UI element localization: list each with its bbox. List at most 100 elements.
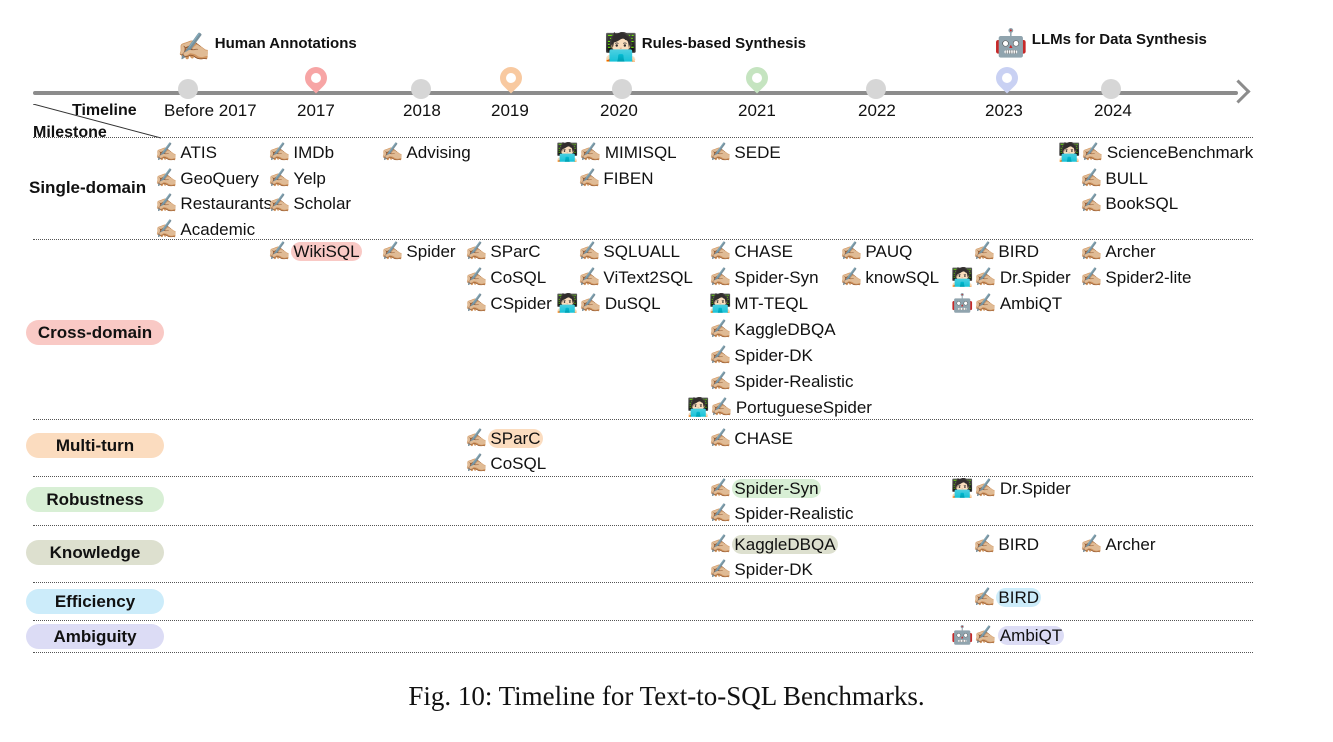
- legend-label: Rules-based Synthesis: [637, 35, 807, 52]
- benchmark-entry: ✍🏼 Yelp: [268, 168, 328, 189]
- category-label-robust: Robustness: [26, 487, 164, 512]
- benchmark-entry: ✍🏼 Spider-Realistic: [709, 503, 855, 524]
- benchmark-name: CoSQL: [490, 268, 547, 287]
- benchmark-entry: 🤖✍🏼 AmbiQT: [951, 625, 1065, 646]
- year-dot: [178, 79, 198, 99]
- writing-hand-icon: ✍🏼: [973, 587, 996, 607]
- benchmark-entry: ✍🏼 GeoQuery: [155, 168, 261, 189]
- benchmark-name: Archer: [1105, 242, 1156, 261]
- writing-hand-icon: ✍🏼: [1080, 193, 1103, 213]
- benchmark-name: BULL: [1105, 168, 1148, 188]
- writing-hand-icon: ✍🏼: [840, 241, 863, 261]
- benchmark-entry: ✍🏼 KaggleDBQA: [709, 319, 838, 340]
- writing-hand-icon: ✍🏼: [381, 142, 404, 162]
- benchmark-entry: ✍🏼 knowSQL: [840, 267, 941, 288]
- writing-hand-icon: ✍🏼: [974, 267, 997, 287]
- benchmark-name: Archer: [1105, 535, 1156, 554]
- benchmark-entry: ✍🏼 Spider-Realistic: [709, 371, 855, 392]
- benchmark-entry: ✍🏼 SEDE: [709, 142, 783, 163]
- robot-icon: 🤖: [951, 293, 974, 313]
- year-label: 2019: [491, 101, 529, 120]
- benchmark-entry: ✍🏼 BIRD: [973, 587, 1042, 608]
- year-pin-icon: [495, 62, 527, 94]
- year-label: 2024: [1094, 101, 1132, 120]
- writing-hand-icon: ✍🏼: [709, 428, 732, 448]
- writing-hand-icon: ✍🏼: [709, 371, 732, 391]
- writing-hand-icon: ✍🏼: [709, 319, 732, 339]
- benchmark-entry: ✍🏼 Scholar: [268, 193, 353, 214]
- row-separator: [33, 620, 1253, 621]
- benchmark-entry: ✍🏼 BIRD: [973, 241, 1041, 262]
- year-label: 2020: [600, 101, 638, 120]
- benchmark-name: SParC: [490, 242, 541, 261]
- benchmark-name: SQLUALL: [603, 242, 680, 261]
- benchmark-entry: ✍🏼 Archer: [1080, 241, 1158, 262]
- benchmark-name: CSpider: [490, 294, 552, 313]
- legend-label: LLMs for Data Synthesis: [1027, 31, 1207, 48]
- benchmark-entry: ✍🏼 BookSQL: [1080, 193, 1180, 214]
- writing-hand-icon: ✍🏼: [973, 241, 996, 261]
- benchmark-name: CoSQL: [490, 454, 547, 473]
- writing-hand-icon: ✍🏼: [578, 167, 601, 188]
- writing-hand-icon: ✍🏼: [1080, 534, 1103, 554]
- benchmark-entry: ✍🏼 KaggleDBQA: [709, 534, 838, 555]
- benchmark-name: knowSQL: [865, 268, 940, 287]
- category-label-efficiency: Efficiency: [26, 589, 164, 614]
- benchmark-name: AmbiQT: [997, 626, 1065, 645]
- category-label-single: Single-domain: [29, 178, 147, 197]
- benchmark-name: Spider-DK: [734, 560, 813, 579]
- benchmark-entry: ✍🏼 Archer: [1080, 534, 1158, 555]
- benchmark-entry: 🤖✍🏼 AmbiQT: [951, 293, 1064, 314]
- legend-item: 🧑🏻‍💻 Rules-based Synthesis: [604, 34, 806, 61]
- benchmark-entry: ✍🏼 SParC: [465, 241, 543, 262]
- year-label: 2018: [403, 101, 441, 120]
- benchmark-name: Academic: [180, 219, 256, 239]
- year-dot: [1101, 79, 1121, 99]
- writing-hand-icon: ✍🏼: [578, 241, 601, 261]
- benchmark-name: CHASE: [734, 242, 793, 261]
- year-label: 2022: [858, 101, 896, 120]
- benchmark-entry: ✍🏼 IMDb: [268, 142, 336, 163]
- benchmark-name: Spider-DK: [734, 346, 813, 365]
- year-pin-icon: [300, 62, 332, 94]
- writing-hand-icon: ✍🏼: [709, 503, 732, 523]
- year-dot: [411, 79, 431, 99]
- benchmark-entry: ✍🏼 Spider-DK: [709, 345, 815, 366]
- benchmark-entry: 🧑🏻‍💻✍🏼 MIMISQL: [556, 142, 679, 163]
- writing-hand-icon: ✍🏼: [268, 193, 291, 213]
- benchmark-name: Spider2-lite: [1105, 268, 1192, 287]
- timeline-arrow-icon: [1226, 79, 1251, 104]
- benchmark-entry: ✍🏼 Advising: [381, 142, 473, 163]
- benchmark-entry: ✍🏼 CoSQL: [465, 267, 548, 288]
- benchmark-entry: ✍🏼 CHASE: [709, 428, 795, 449]
- writing-hand-icon: ✍🏼: [155, 218, 178, 239]
- benchmark-entry: 🧑🏻‍💻✍🏼 PortugueseSpider: [687, 397, 874, 418]
- writing-hand-icon: ✍🏼: [465, 267, 488, 287]
- robot-icon: 🤖: [994, 28, 1028, 58]
- writing-hand-icon: ✍🏼: [709, 559, 732, 579]
- writing-hand-icon: ✍🏼: [465, 428, 488, 448]
- benchmark-entry: ✍🏼 ATIS: [155, 142, 219, 163]
- year-pin-icon: [991, 62, 1023, 94]
- row-separator: [33, 476, 1253, 477]
- year-dot: [612, 79, 632, 99]
- technologist-icon: 🧑🏻‍💻: [687, 397, 710, 417]
- benchmark-name: Yelp: [293, 168, 326, 188]
- benchmark-name: Scholar: [293, 194, 352, 213]
- benchmark-name: SEDE: [734, 143, 781, 162]
- year-label: 2021: [738, 101, 776, 120]
- writing-hand-icon: ✍🏼: [973, 534, 996, 554]
- benchmark-name: CHASE: [734, 429, 793, 448]
- benchmark-name: MT-TEQL: [734, 294, 809, 313]
- writing-hand-icon: ✍🏼: [268, 241, 291, 261]
- benchmark-entry: ✍🏼 Spider2-lite: [1080, 267, 1193, 288]
- writing-hand-icon: ✍🏼: [709, 478, 732, 498]
- timeline-axis: [33, 91, 1238, 95]
- benchmark-entry: 🧑🏻‍💻 MT-TEQL: [709, 293, 810, 314]
- row-separator: [33, 652, 1253, 653]
- benchmark-entry: ✍🏼 BULL: [1080, 168, 1150, 189]
- benchmark-name: ATIS: [180, 143, 217, 162]
- row-separator: [33, 525, 1253, 526]
- writing-hand-icon: ✍🏼: [840, 267, 863, 287]
- row-separator: [33, 137, 1253, 138]
